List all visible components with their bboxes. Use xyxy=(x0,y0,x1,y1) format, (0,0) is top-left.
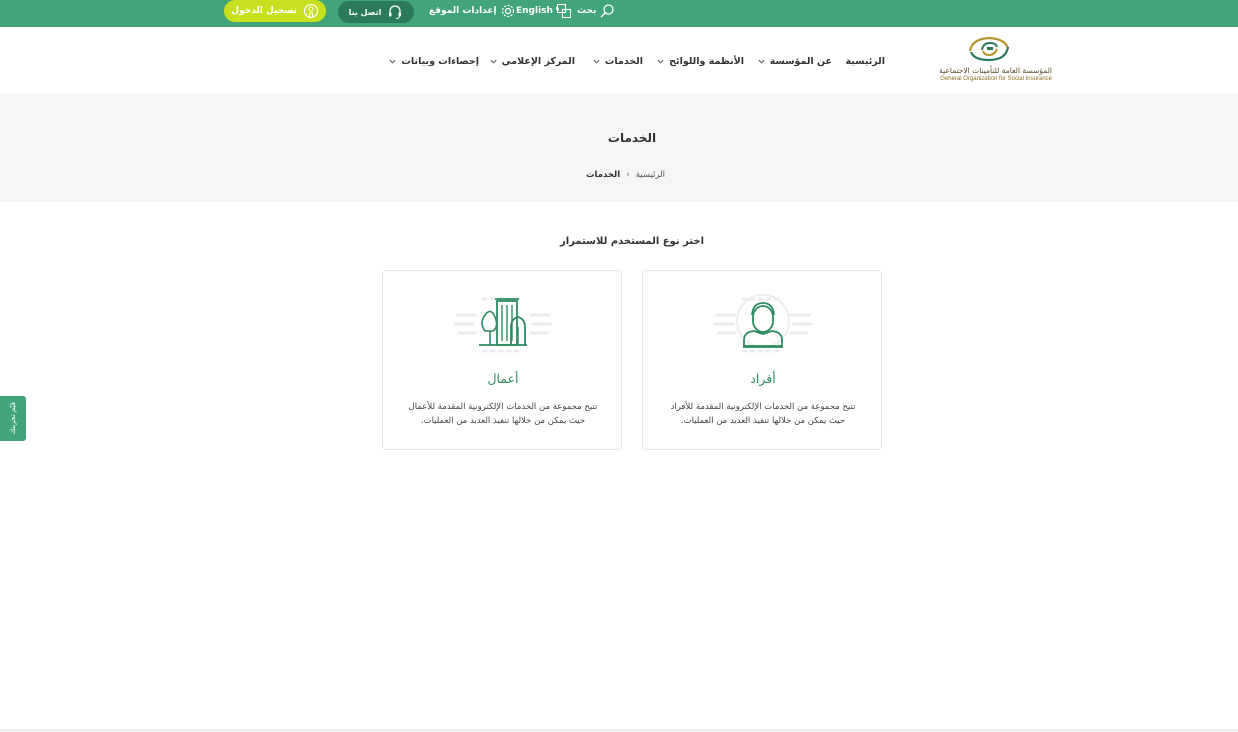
nav-item-regulations[interactable]: الأنظمة واللوائح xyxy=(656,54,744,68)
nav-about-label: عن المؤسسة xyxy=(769,55,832,67)
breadcrumb-home-link[interactable]: الرئيسية xyxy=(636,170,665,180)
nav-item-statistics[interactable]: إحصاءات وبيانات xyxy=(388,54,479,68)
business-description-line2: حيث يمكن من خلالها تنفيذ العديد من العمل… xyxy=(420,416,586,426)
search-icon xyxy=(600,4,615,18)
nav-item-home[interactable]: الرئيسية xyxy=(846,54,885,68)
individuals-card[interactable]: أفراد تتيح مجموعة من الخدمات الإلكترونية… xyxy=(642,270,882,450)
search-label: بحث xyxy=(577,6,597,16)
nav-regulations-label: الأنظمة واللوائح xyxy=(669,55,744,67)
breadcrumb-current: الخدمات xyxy=(586,170,621,180)
page-title: الخدمات xyxy=(607,131,657,145)
language-switch[interactable]: A English xyxy=(513,0,572,22)
translate-icon: A xyxy=(556,3,571,19)
chevron-down-icon xyxy=(593,59,600,64)
nav-services-label: الخدمات xyxy=(604,55,643,67)
feedback-side-tab[interactable]: قيّم تجربتك xyxy=(0,396,26,441)
logo-english-name: General Organization for Social Insuranc… xyxy=(940,76,1052,82)
user-circle-icon xyxy=(303,3,318,19)
individuals-description-line1: تتيح مجموعة من الخدمات الإلكترونية المقد… xyxy=(670,402,856,412)
gear-icon xyxy=(501,4,514,18)
settings-label: إعدادات الموقع xyxy=(429,6,497,16)
user-type-prompt: اختر نوع المستخدم للاستمرار xyxy=(559,236,705,247)
login-label: تسجيل الدخول xyxy=(231,6,297,16)
gosi-emblem-icon xyxy=(968,36,1010,62)
nav-media-label: المركز الإعلامي xyxy=(501,55,575,67)
chevron-down-icon xyxy=(490,59,497,64)
individuals-description: تتيح مجموعة من الخدمات الإلكترونية المقد… xyxy=(653,400,873,428)
chevron-down-icon xyxy=(389,59,396,64)
login-button[interactable]: تسجيل الدخول xyxy=(224,0,326,22)
breadcrumb: الرئيسية › الخدمات xyxy=(586,169,665,181)
svg-text:A: A xyxy=(556,7,560,13)
individuals-title: أفراد xyxy=(750,371,776,386)
individuals-description-line2: حيث يمكن من خلالها تنفيذ العديد من العمل… xyxy=(680,416,846,426)
chevron-left-icon: › xyxy=(626,170,630,180)
person-icon xyxy=(713,294,813,353)
business-title: أعمال xyxy=(487,371,519,386)
headset-icon xyxy=(389,5,402,19)
gosi-logo[interactable]: المؤسسة العامة للتأمينات الاجتماعية Gene… xyxy=(922,35,1056,87)
logo-arabic-name: المؤسسة العامة للتأمينات الاجتماعية xyxy=(939,66,1052,75)
chevron-down-icon xyxy=(657,59,664,64)
nav-item-media[interactable]: المركز الإعلامي xyxy=(489,54,575,68)
main-header: المؤسسة العامة للتأمينات الاجتماعية Gene… xyxy=(0,27,1238,93)
business-description: تتيح مجموعة من الخدمات الإلكترونية المقد… xyxy=(393,400,613,428)
chevron-down-icon xyxy=(758,59,765,64)
nav-home-label: الرئيسية xyxy=(845,55,885,67)
search-link[interactable]: بحث xyxy=(574,0,615,22)
building-icon xyxy=(453,297,553,353)
nav-item-services[interactable]: الخدمات xyxy=(592,54,643,68)
contact-us-button[interactable]: اتصل بنا xyxy=(338,1,414,23)
top-utility-bar: بحث A English إعدادات الموقع اتصل بنا تس… xyxy=(0,0,1238,27)
page-banner: الخدمات الرئيسية › الخدمات xyxy=(0,93,1238,202)
business-description-line1: تتيح مجموعة من الخدمات الإلكترونية المقد… xyxy=(408,402,598,412)
feedback-tab-label: قيّم تجربتك xyxy=(9,402,17,435)
nav-statistics-label: إحصاءات وبيانات xyxy=(401,55,479,67)
site-settings-link[interactable]: إعدادات الموقع xyxy=(426,0,516,22)
business-card[interactable]: أعمال تتيح مجموعة من الخدمات الإلكترونية… xyxy=(382,270,622,450)
language-label: English xyxy=(516,6,553,16)
nav-item-about[interactable]: عن المؤسسة xyxy=(757,54,832,68)
contact-label: اتصل بنا xyxy=(348,7,382,17)
